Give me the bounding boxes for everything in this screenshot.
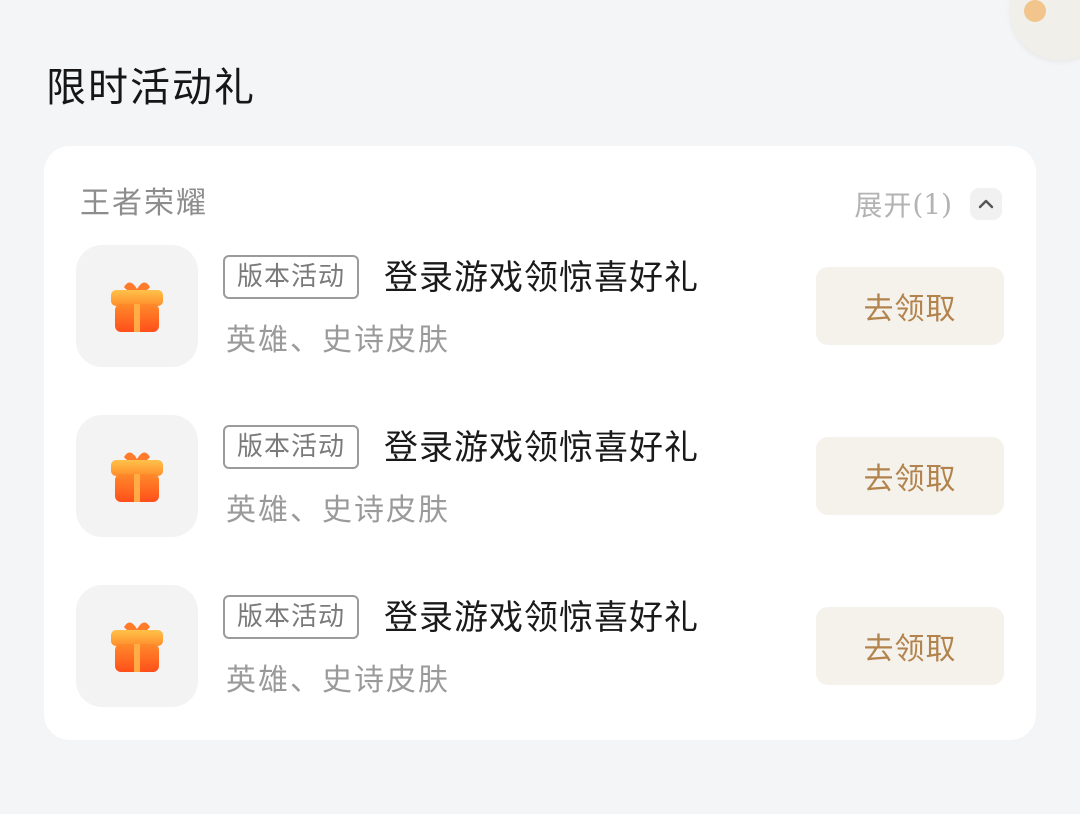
- claim-button[interactable]: 去领取: [816, 437, 1004, 515]
- gift-description: 英雄、史诗皮肤: [226, 323, 450, 358]
- claim-button[interactable]: 去领取: [816, 607, 1004, 685]
- gift-icon: [76, 415, 198, 537]
- floating-assistant-badge[interactable]: [1010, 0, 1080, 60]
- game-gift-card: 王者荣耀 展开 (1) 版本活动 登录游戏领惊喜好礼 英雄、史诗皮肤 去领取 版…: [44, 146, 1036, 740]
- expand-label: 展开: [854, 189, 913, 222]
- gift-title: 登录游戏领惊喜好礼: [384, 428, 699, 468]
- claim-button[interactable]: 去领取: [816, 267, 1004, 345]
- section-title: 限时活动礼: [46, 65, 256, 111]
- expand-toggle[interactable]: 展开 (1): [854, 184, 1002, 224]
- activity-tag: 版本活动: [223, 425, 360, 469]
- gift-row: 版本活动 登录游戏领惊喜好礼 英雄、史诗皮肤 去领取: [76, 415, 1004, 537]
- gift-row: 版本活动 登录游戏领惊喜好礼 英雄、史诗皮肤 去领取: [76, 585, 1004, 707]
- gift-title: 登录游戏领惊喜好礼: [384, 258, 699, 298]
- game-name: 王者荣耀: [80, 186, 208, 221]
- gift-icon: [76, 585, 198, 707]
- gift-row: 版本活动 登录游戏领惊喜好礼 英雄、史诗皮肤 去领取: [76, 245, 1004, 367]
- gift-description: 英雄、史诗皮肤: [226, 663, 450, 698]
- gift-icon: [76, 245, 198, 367]
- gift-description: 英雄、史诗皮肤: [226, 493, 450, 528]
- activity-tag: 版本活动: [223, 255, 360, 299]
- chevron-up-icon[interactable]: [970, 188, 1002, 220]
- expand-count: (1): [912, 187, 952, 221]
- activity-tag: 版本活动: [223, 595, 360, 639]
- badge-dot-icon: [1024, 0, 1046, 22]
- gift-title: 登录游戏领惊喜好礼: [384, 598, 699, 638]
